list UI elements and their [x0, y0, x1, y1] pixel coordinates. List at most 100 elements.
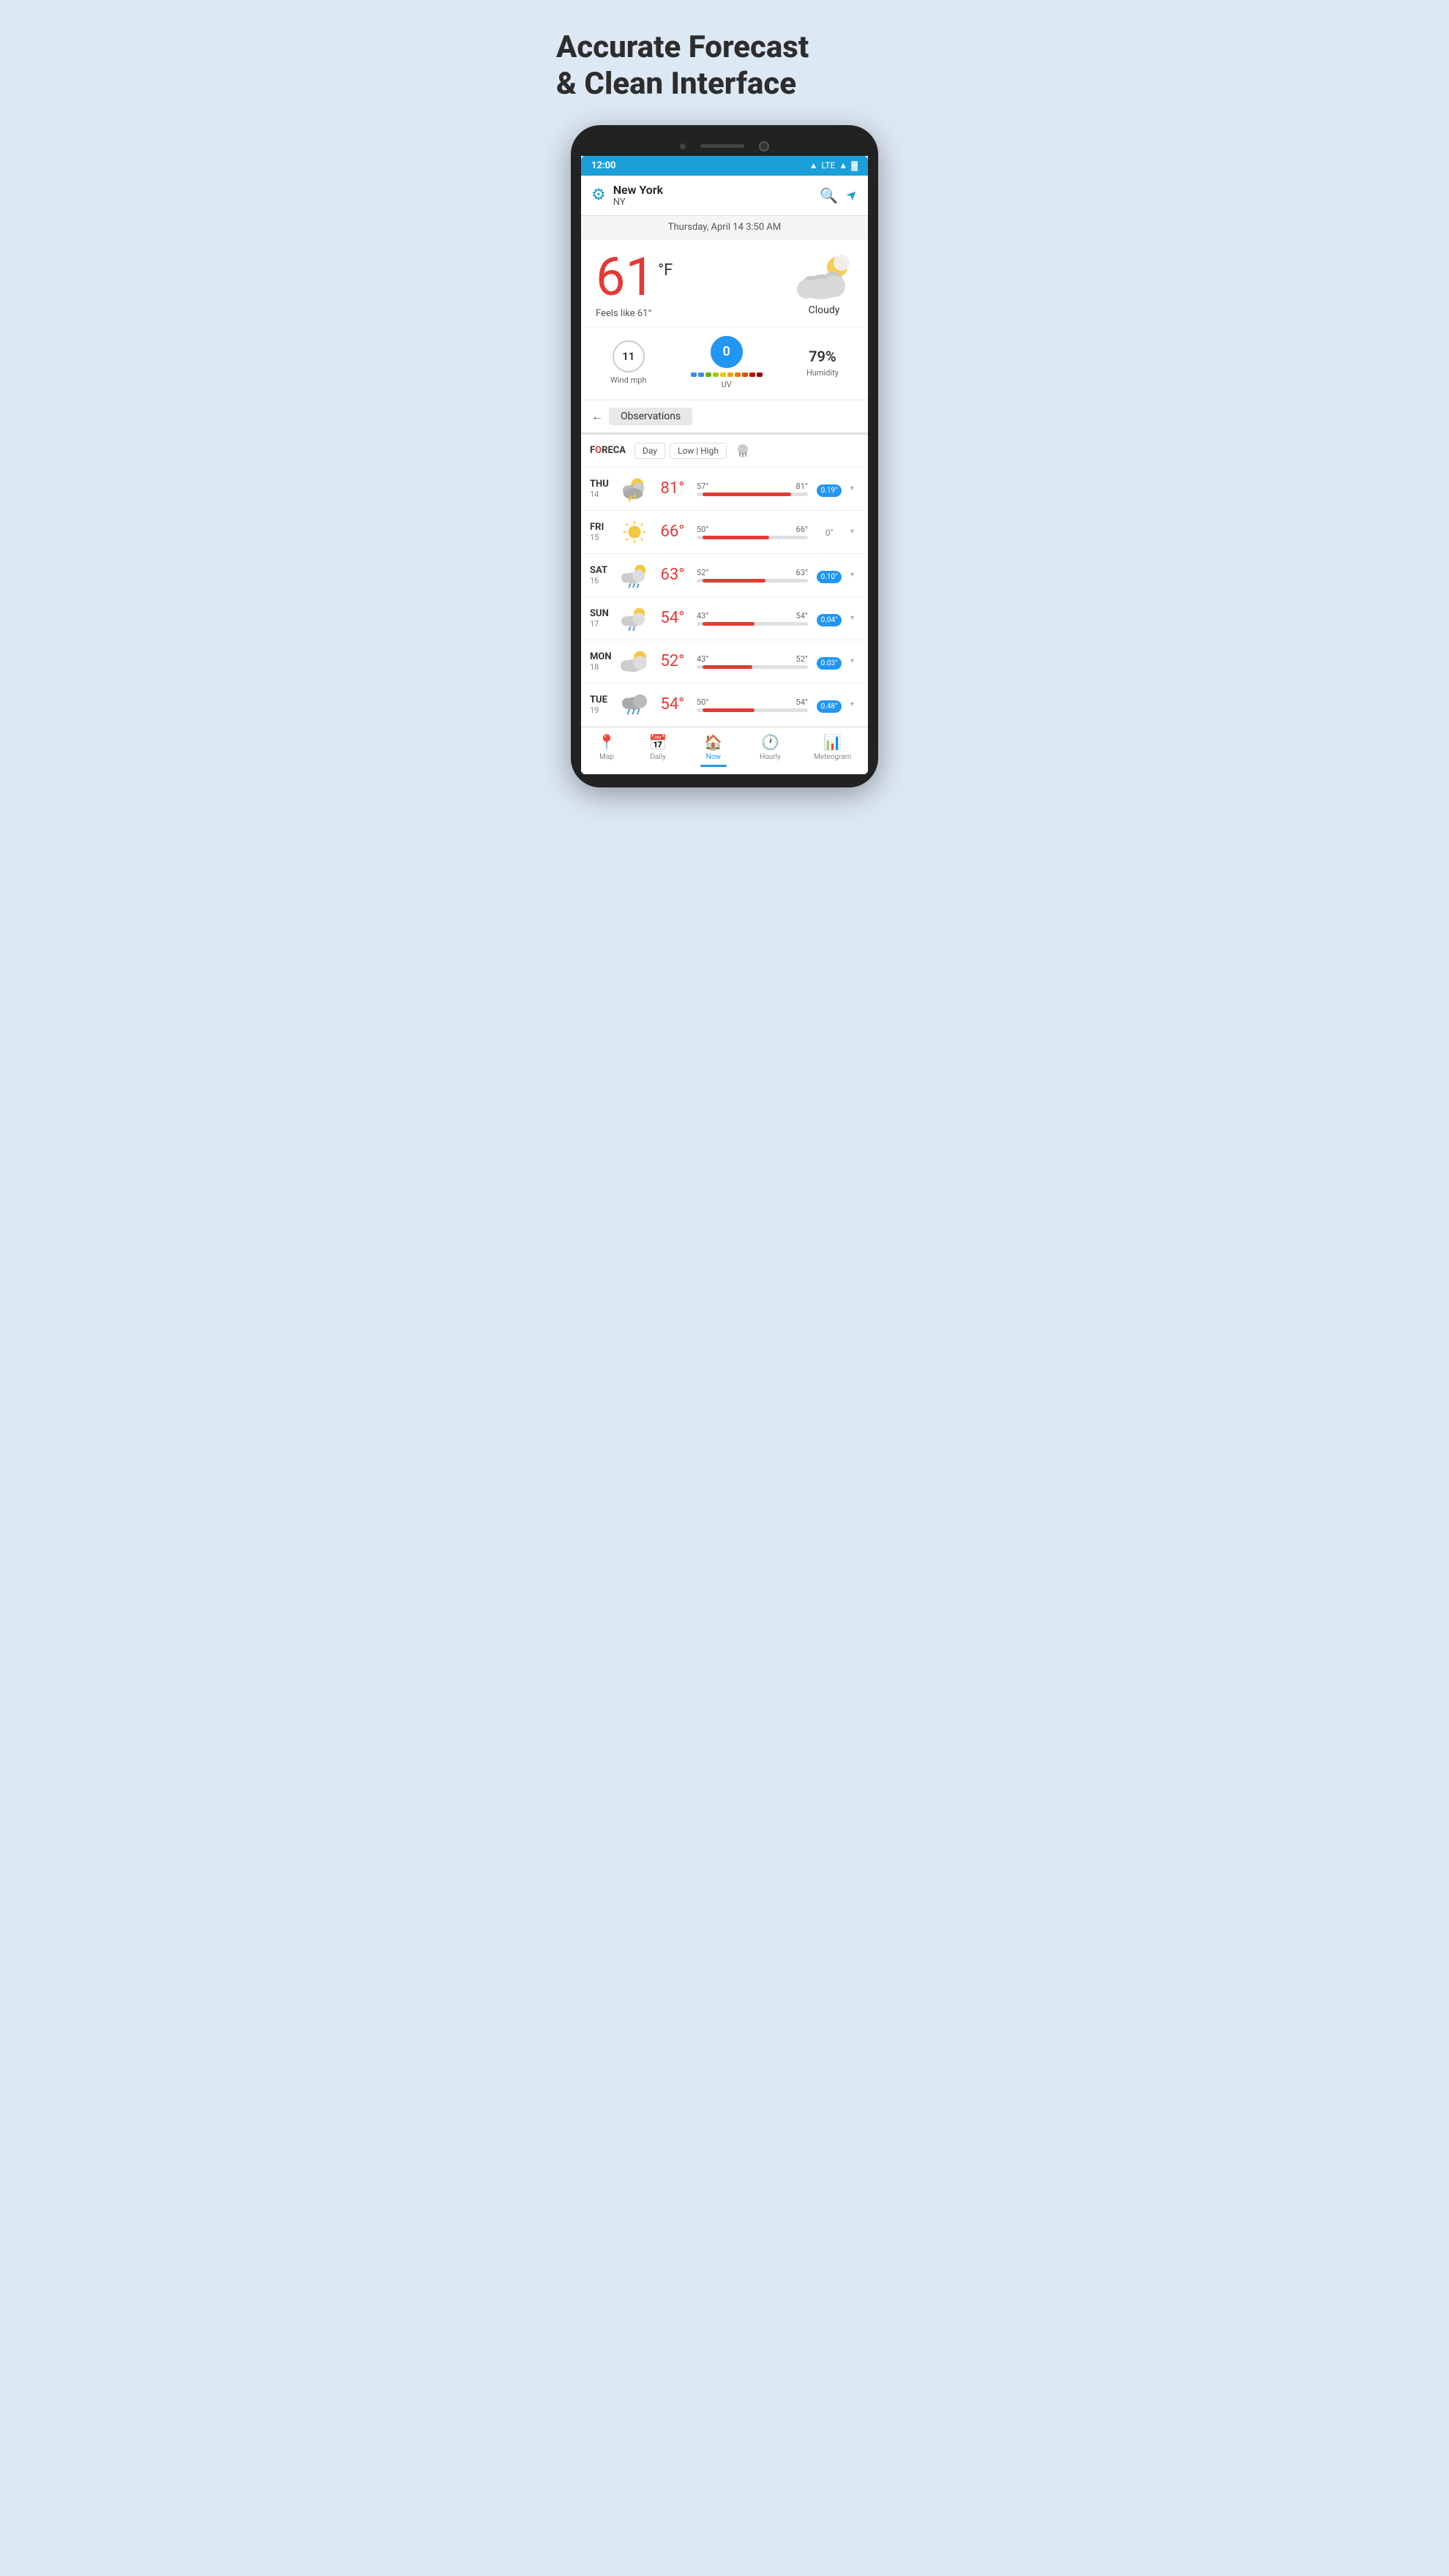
forecast-bar [697, 536, 808, 539]
nav-map-label: Map [599, 753, 614, 761]
precip-zero: 0" [825, 528, 834, 538]
nav-daily[interactable]: 📅 Daily [649, 733, 667, 767]
forecast-day: FRI 15 [590, 522, 616, 542]
forecast-row[interactable]: SUN 17 54° 43° 54° 0.04" ▾ [581, 597, 868, 640]
humidity-value: 79% [809, 348, 836, 365]
forecast-low: 50° [697, 697, 708, 707]
uv-seg-10 [757, 372, 763, 377]
nav-meteogram[interactable]: 📊 Meteogram [814, 733, 851, 767]
forecast-bar-fill [703, 579, 766, 583]
precip-badge: 0.04" [817, 614, 842, 626]
forecast-precip: 0.10" [812, 568, 846, 582]
forecast-precip: 0.48" [812, 697, 846, 711]
nav-map[interactable]: 📍 Map [598, 733, 616, 767]
main-temperature: 61 [596, 251, 655, 304]
uv-circle: 0 [711, 336, 743, 368]
location-text: New York NY [613, 183, 812, 208]
forecast-day: THU 14 [590, 479, 616, 499]
forecast-day: MON 18 [590, 651, 616, 672]
forecast-high: 66° [796, 525, 808, 534]
status-time: 12:00 [591, 160, 616, 171]
search-icon[interactable]: 🔍 [820, 187, 838, 204]
forecast-range: 43° 52° [697, 654, 808, 669]
forecast-high: 63° [796, 568, 808, 577]
weather-icon-section: Cloudy [795, 254, 853, 316]
weather-condition: Cloudy [809, 304, 840, 316]
forecast-row[interactable]: SAT 16 63° 52° 63° 0.10" ▾ [581, 554, 868, 597]
uv-stat: 0 UV [691, 336, 763, 389]
nav-hourly-label: Hourly [760, 753, 781, 761]
forecast-precip: 0.19" [812, 482, 846, 495]
phone-speaker [700, 144, 744, 148]
forecast-row[interactable]: TUE 19 54° 50° 54° 0.48" ▾ [581, 684, 868, 727]
precip-badge: 0.10" [817, 571, 842, 583]
forecast-bar [697, 579, 808, 583]
forecast-range: 52° 63° [697, 568, 808, 583]
forecast-weather-icon [621, 475, 648, 503]
clock-icon: 🕐 [761, 733, 779, 751]
forecast-day: SAT 16 [590, 565, 616, 585]
forecast-row[interactable]: MON 18 52° 43° 52° 0.03" ▾ [581, 640, 868, 684]
forecast-range: 57° 81° [697, 482, 808, 496]
bottom-nav: 📍 Map 📅 Daily 🏠 Now 🕐 Hourly 📊 [581, 727, 868, 774]
humidity-stat: 79% Humidity [806, 348, 839, 378]
forecast-bar-fill [703, 536, 769, 539]
forecast-expand-icon[interactable]: ▾ [850, 528, 859, 536]
forecast-high: 52° [796, 654, 808, 664]
forecast-bar [697, 665, 808, 669]
temp-section: 61 °F Feels like 61° [596, 251, 787, 319]
foreca-logo: FORECA [590, 445, 626, 456]
cloudy-night-icon [795, 254, 853, 302]
forecast-bar [697, 493, 808, 496]
battery-icon: ▓ [851, 160, 858, 171]
app-header: ⚙ New York NY 🔍 ➤ [581, 176, 868, 216]
forecast-day: TUE 19 [590, 694, 616, 715]
observations-tab[interactable]: ← Observations [581, 400, 868, 435]
main-weather: 61 °F Feels like 61° [581, 239, 868, 326]
state-name: NY [613, 197, 812, 208]
chart-icon: 📊 [823, 733, 842, 751]
col-lowhigh: Low | High [670, 443, 727, 459]
wind-circle: 11 [613, 340, 645, 372]
map-icon: 📍 [598, 733, 616, 751]
forecast-row[interactable]: FRI 15 66° 50° 66° [581, 511, 868, 554]
precip-badge: 0.03" [817, 657, 842, 670]
uv-seg-6 [727, 372, 733, 377]
wind-stat: 11 Wind mph [610, 340, 646, 385]
forecast-low: 52° [697, 568, 708, 577]
nav-now-label: Now [706, 753, 721, 761]
phone-camera [759, 141, 769, 151]
forecast-expand-icon[interactable]: ▾ [850, 700, 859, 708]
nav-daily-label: Daily [650, 753, 666, 761]
back-icon[interactable]: ← [591, 409, 603, 424]
uv-seg-1 [691, 372, 697, 377]
wifi-icon: ▲ [809, 160, 818, 171]
forecast-weather-icon [621, 691, 648, 719]
forecast-range: 50° 66° [697, 525, 808, 539]
location-icon[interactable]: ➤ [843, 186, 862, 205]
forecast-high: 54° [796, 697, 808, 707]
observations-label[interactable]: Observations [609, 408, 692, 425]
forecast-expand-icon[interactable]: ▾ [850, 571, 859, 579]
forecast-temp: 81° [653, 479, 692, 498]
uv-seg-2 [698, 372, 704, 377]
forecast-expand-icon[interactable]: ▾ [850, 657, 859, 665]
nav-hourly[interactable]: 🕐 Hourly [760, 733, 781, 767]
forecast-temp: 54° [653, 609, 692, 627]
forecast-temp: 66° [653, 523, 692, 541]
forecast-low: 43° [697, 654, 708, 664]
nav-now[interactable]: 🏠 Now [700, 733, 727, 767]
forecast-expand-icon[interactable]: ▾ [850, 484, 859, 493]
forecast-row[interactable]: THU 14 81° 57° 81° 0.19" ▾ [581, 468, 868, 511]
phone-frame: 12:00 ▲ LTE ▲ ▓ ⚙ New York NY 🔍 ➤ [571, 125, 878, 787]
wind-label: Wind mph [610, 375, 646, 385]
date-bar: Thursday, April 14 3:50 AM [581, 216, 868, 239]
uv-seg-4 [713, 372, 719, 377]
phone-dot-left [680, 143, 686, 149]
settings-icon[interactable]: ⚙ [591, 186, 606, 204]
uv-seg-7 [735, 372, 741, 377]
uv-seg-9 [749, 372, 755, 377]
humidity-label: Humidity [806, 368, 839, 378]
forecast-expand-icon[interactable]: ▾ [850, 614, 859, 622]
uv-seg-8 [742, 372, 748, 377]
